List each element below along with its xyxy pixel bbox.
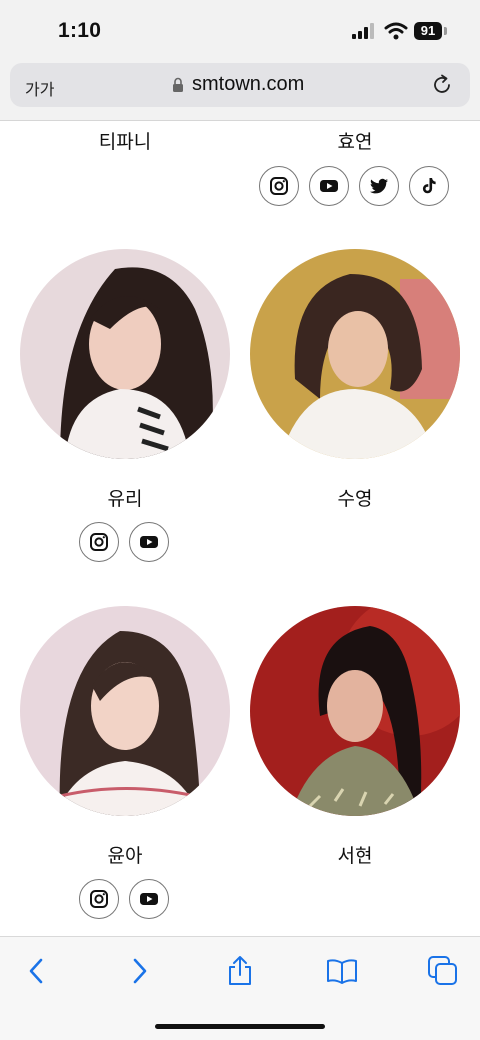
battery-level: 91	[414, 22, 442, 40]
member-name: 유리	[107, 489, 143, 510]
yuri-photo	[20, 249, 230, 459]
url-text[interactable]: smtown.com	[192, 73, 304, 96]
instagram-icon	[90, 890, 108, 908]
home-indicator	[155, 1024, 325, 1029]
member-photo[interactable]	[20, 249, 230, 459]
tabs-icon	[428, 956, 457, 985]
member-grid: 티파니 효연 유리 수영 윤아 서현	[0, 121, 480, 936]
instagram-icon	[90, 533, 108, 551]
tiktok-button[interactable]	[409, 166, 449, 206]
browser-address-area: 가가 smtown.com	[0, 60, 480, 121]
cellular-signal-icon	[352, 23, 376, 39]
bookmarks-icon	[327, 959, 357, 984]
instagram-button[interactable]	[259, 166, 299, 206]
status-time: 1:10	[58, 19, 102, 42]
share-button[interactable]	[224, 955, 256, 987]
member-name: 티파니	[98, 132, 152, 153]
wifi-icon	[384, 22, 408, 40]
seohyun-photo	[250, 606, 460, 816]
address-bar[interactable]: 가가 smtown.com	[10, 63, 470, 107]
member-name: 서현	[337, 846, 373, 867]
youtube-icon	[140, 536, 158, 548]
member-photo[interactable]	[20, 606, 230, 816]
forward-icon	[133, 958, 147, 984]
text-size-button[interactable]: 가가	[25, 76, 54, 100]
instagram-button[interactable]	[79, 522, 119, 562]
youtube-button[interactable]	[129, 879, 169, 919]
tabs-button[interactable]	[427, 955, 459, 987]
youtube-icon	[140, 893, 158, 905]
instagram-icon	[270, 177, 288, 195]
browser-toolbar	[0, 936, 480, 1040]
share-icon	[229, 956, 251, 985]
member-name: 효연	[337, 132, 373, 153]
lock-icon	[172, 77, 184, 93]
member-photo[interactable]	[250, 606, 460, 816]
reload-icon[interactable]	[431, 74, 453, 96]
member-name: 수영	[337, 489, 373, 510]
status-bar: 1:10 91	[0, 0, 480, 60]
instagram-button[interactable]	[79, 879, 119, 919]
member-name: 윤아	[107, 846, 143, 867]
tiktok-icon	[422, 178, 436, 194]
battery-icon: 91	[414, 22, 448, 40]
back-icon	[29, 958, 43, 984]
youtube-button[interactable]	[129, 522, 169, 562]
youtube-icon	[320, 180, 338, 192]
twitter-icon	[370, 178, 388, 194]
twitter-button[interactable]	[359, 166, 399, 206]
bookmarks-button[interactable]	[326, 955, 358, 987]
forward-button[interactable]	[124, 955, 156, 987]
back-button[interactable]	[20, 955, 52, 987]
youtube-button[interactable]	[309, 166, 349, 206]
yoona-photo	[20, 606, 230, 816]
member-photo[interactable]	[250, 249, 460, 459]
sooyoung-photo	[250, 249, 460, 459]
